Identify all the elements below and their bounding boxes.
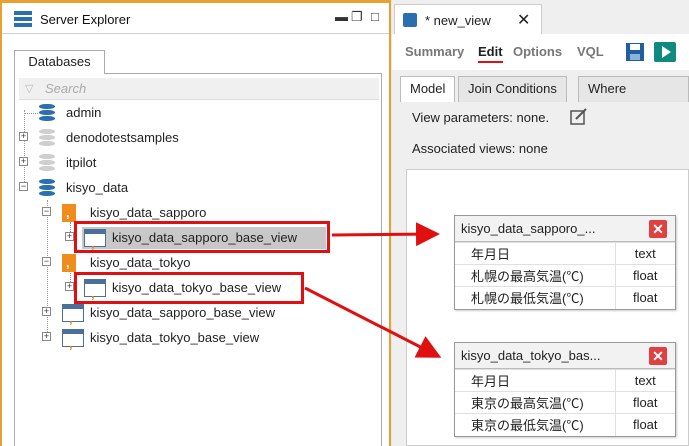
tab-databases[interactable]: Databases [14,50,105,74]
table-row: 東京の最低気温(℃) float [455,413,675,436]
associated-views-text: Associated views: none [412,141,548,156]
field-type: float [614,413,675,436]
filter-icon: ▽ [25,83,34,95]
field-name: 札幌の最高気温(℃) [455,264,615,287]
expand-toggle[interactable]: + [19,157,28,166]
tab-title: * new_view [425,13,491,28]
model-canvas[interactable]: kisyo_data_sapporo_... ✕ 年月日 text 札幌の最高気温(… [406,169,689,446]
view-box-title: kisyo_data_tokyo_bas... [461,348,601,363]
datasource-icon: , [62,204,76,222]
table-row: 年月日 text [455,242,675,265]
table-row: 札幌の最高気温(℃) float [455,264,675,287]
tab-summary[interactable]: Summary [405,44,464,59]
server-icon [14,11,32,27]
tree-connector [24,110,25,190]
field-name: 札幌の最低気温(℃) [455,286,615,309]
expand-toggle[interactable]: + [65,232,74,241]
table-row: 東京の最高気温(℃) float [455,391,675,414]
tree-item-label: itpilot [66,155,97,170]
run-icon[interactable] [654,42,676,62]
save-icon[interactable] [625,42,645,62]
database-icon [38,128,56,148]
field-type: text [614,242,675,265]
base-view-icon: , [62,329,84,351]
field-name: 東京の最高気温(℃) [455,391,615,414]
tree-item-label: admin [66,105,102,120]
field-type: text [614,369,675,392]
edit-icon[interactable] [570,108,588,126]
restore-button[interactable]: ❐ [351,10,363,24]
database-icon [38,153,56,173]
view-parameters-text: View parameters: none. [412,108,587,125]
tab-vql[interactable]: VQL [577,44,604,59]
panel-title: Server Explorer [40,12,131,27]
highlight-box-sapporo [74,221,330,253]
highlight-box-tokyo [74,272,304,304]
tab-edit[interactable]: Edit [478,44,503,63]
field-type: float [614,264,675,287]
remove-view-icon[interactable]: ✕ [649,347,667,365]
tree-item-label: kisyo_data_sapporo_base_view [90,305,276,320]
tree-item-label: kisyo_data_tokyo [90,255,191,270]
view-editor-panel: * new_view ✕ Summary Edit Options VQL Mo… [392,0,689,446]
tree-connector [47,200,48,340]
field-name: 年月日 [455,369,615,392]
tab-join-conditions[interactable]: Join Conditions [458,76,567,102]
tab-model[interactable]: Model [400,76,456,102]
table-row: 年月日 text [455,369,675,392]
server-explorer-panel: Server Explorer ▬ ❐ □ Databases ▽ Search … [0,0,391,446]
search-placeholder: Search [45,81,87,96]
minimize-button[interactable]: ▬ [335,10,348,24]
field-name: 東京の最低気温(℃) [455,413,615,436]
datasource-icon: , [62,254,76,272]
collapse-toggle[interactable]: − [19,182,28,191]
collapse-toggle[interactable]: − [42,207,51,216]
expand-toggle[interactable]: + [42,332,51,341]
tab-new-view[interactable]: * new_view ✕ [394,4,542,34]
view-box-tokyo[interactable]: kisyo_data_tokyo_bas... ✕ 年月日 text 東京の最高気温… [454,342,676,437]
tree-item-label: denodotestsamples [66,130,179,145]
collapse-toggle[interactable]: − [42,257,51,266]
field-name: 年月日 [455,242,615,265]
tab-where-condition[interactable]: Where Condition [578,76,689,102]
view-box-title: kisyo_data_sapporo_... [461,221,596,236]
base-view-icon: , [62,304,84,326]
close-tab-icon[interactable]: ✕ [517,10,530,30]
expand-toggle[interactable]: + [19,132,28,141]
expand-toggle[interactable]: + [65,282,74,291]
tree-item-label: kisyo_data_tokyo_base_view [90,330,260,345]
maximize-button[interactable]: □ [371,10,379,24]
field-type: float [614,286,675,309]
tree-item-label: kisyo_data [66,180,129,195]
view-tab-icon [403,13,417,27]
database-icon [38,103,56,123]
view-parameters-label: View parameters: none. [412,110,550,125]
search-input[interactable]: ▽ Search [19,78,379,100]
database-icon [38,178,56,198]
tree-connector [24,113,38,114]
field-type: float [614,391,675,414]
table-row: 札幌の最低気温(℃) float [455,286,675,309]
model-tabs: Model Join Conditions Where Condition [392,72,689,102]
editor-toolbar: Summary Edit Options VQL [392,34,689,70]
remove-view-icon[interactable]: ✕ [649,220,667,238]
expand-toggle[interactable]: + [42,307,51,316]
view-box-sapporo[interactable]: kisyo_data_sapporo_... ✕ 年月日 text 札幌の最高気温(… [454,215,676,310]
server-explorer-header: Server Explorer ▬ ❐ □ [2,0,389,34]
tab-options[interactable]: Options [513,44,562,59]
